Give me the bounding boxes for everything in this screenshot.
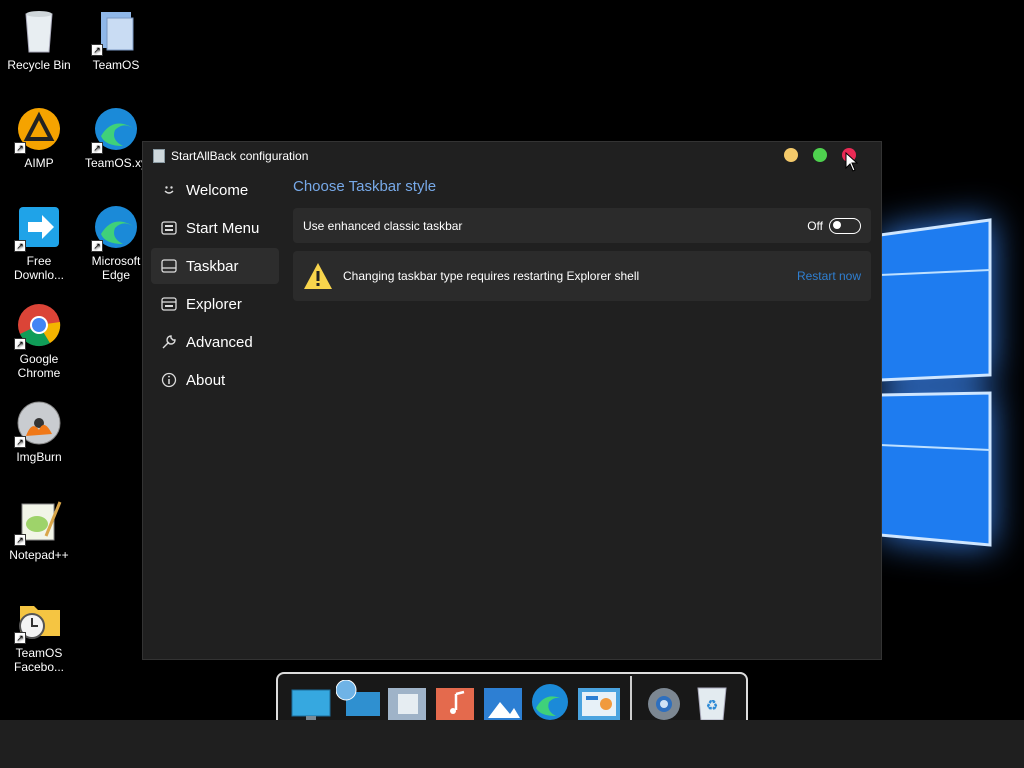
startallback-config-window[interactable]: StartAllBack configuration Welcome Start…: [142, 141, 882, 660]
settings-sidebar: Welcome Start Menu Taskbar Explorer Adva…: [151, 172, 279, 400]
shortcut-arrow-icon: ↗: [14, 338, 26, 350]
start-menu-icon: [161, 220, 177, 236]
shortcut-arrow-icon: ↗: [91, 142, 103, 154]
mouse-cursor-icon: [845, 152, 859, 172]
startallback-app-icon: [153, 149, 165, 163]
restart-now-link[interactable]: Restart now: [797, 269, 861, 283]
desktop-icon-aimp[interactable]: ↗ AIMP: [1, 106, 77, 170]
desktop-icon[interactable]: [288, 680, 332, 720]
shortcut-arrow-icon: ↗: [14, 240, 26, 252]
desktop-icon-recycle-bin[interactable]: Recycle Bin: [1, 8, 77, 72]
smile-icon: [161, 182, 177, 198]
window-titlebar[interactable]: StartAllBack configuration: [143, 142, 881, 170]
minimize-button[interactable]: [784, 148, 798, 162]
warning-text: Changing taskbar type requires restartin…: [343, 269, 640, 283]
shortcut-arrow-icon: ↗: [14, 436, 26, 448]
notepadpp-icon: ↗: [14, 498, 62, 546]
enhanced-taskbar-toggle[interactable]: [829, 217, 861, 234]
imgburn-icon: ↗: [14, 400, 62, 448]
music-icon[interactable]: [432, 680, 476, 720]
desktop-icon-imgburn[interactable]: ↗ ImgBurn: [1, 400, 77, 464]
sidebar-item-advanced[interactable]: Advanced: [151, 324, 279, 360]
shortcut-arrow-icon: ↗: [14, 142, 26, 154]
dock-separator: [630, 676, 632, 720]
explorer-icon: [161, 296, 177, 312]
warning-icon: [304, 263, 332, 289]
photos-icon[interactable]: [480, 680, 524, 720]
windows-logo-wallpaper: [880, 218, 992, 547]
desktop-icon-teamos[interactable]: ↗ TeamOS: [78, 8, 154, 72]
taskbar[interactable]: [0, 720, 1024, 768]
network-icon[interactable]: [335, 679, 380, 720]
recycle-bin-icon: [16, 8, 62, 54]
recycle-bin-icon[interactable]: ♻: [690, 680, 734, 721]
taskbar-settings-content: Choose Taskbar style Use enhanced classi…: [293, 178, 871, 309]
svg-text:♻: ♻: [706, 698, 719, 714]
window-title: StartAllBack configuration: [171, 149, 309, 163]
chrome-icon: ↗: [14, 302, 62, 350]
free-download-manager-icon: ↗: [14, 204, 62, 252]
files-icon[interactable]: [384, 680, 428, 720]
shortcut-arrow-icon: ↗: [14, 534, 26, 546]
teamos-icon: ↗: [91, 8, 139, 56]
sidebar-item-label: About: [186, 371, 226, 389]
desktop-icon-free-download-manager[interactable]: ↗ Free Downlo...: [1, 204, 77, 282]
sidebar-item-about[interactable]: About: [151, 362, 279, 398]
edge-icon: ↗: [91, 204, 139, 252]
sidebar-item-start-menu[interactable]: Start Menu: [151, 210, 279, 246]
desktop-icon-google-chrome[interactable]: ↗ Google Chrome: [1, 302, 77, 380]
dock: ♻: [276, 672, 748, 721]
shortcut-arrow-icon: ↗: [91, 240, 103, 252]
sidebar-item-label: Welcome: [186, 181, 249, 199]
sidebar-item-taskbar[interactable]: Taskbar: [151, 248, 279, 284]
settings-gear-icon[interactable]: [642, 680, 686, 720]
sidebar-item-label: Start Menu: [186, 219, 260, 237]
sidebar-item-label: Taskbar: [186, 257, 239, 275]
sidebar-item-label: Explorer: [186, 295, 242, 313]
maximize-button[interactable]: [813, 148, 827, 162]
taskbar-icon: [161, 258, 177, 274]
desktop-icon-teamos-facebook[interactable]: ↗ TeamOS Facebo...: [1, 596, 77, 674]
wrench-icon: [161, 334, 177, 350]
enhanced-taskbar-label: Use enhanced classic taskbar: [303, 218, 463, 233]
enhanced-taskbar-row: Use enhanced classic taskbar Off: [293, 208, 871, 243]
edge-icon[interactable]: [528, 680, 572, 720]
restart-warning-row: Changing taskbar type requires restartin…: [293, 251, 871, 301]
aimp-icon: ↗: [14, 106, 62, 154]
desktop-icon-notepadpp[interactable]: ↗ Notepad++: [1, 498, 77, 562]
section-title: Choose Taskbar style: [293, 178, 437, 195]
sidebar-item-explorer[interactable]: Explorer: [151, 286, 279, 322]
shortcut-arrow-icon: ↗: [14, 632, 26, 644]
folder-clock-icon: ↗: [14, 596, 62, 644]
shortcut-arrow-icon: ↗: [91, 44, 103, 56]
sidebar-item-welcome[interactable]: Welcome: [151, 172, 279, 208]
edge-icon: ↗: [91, 106, 139, 154]
enhanced-taskbar-toggle-group[interactable]: Off: [807, 217, 861, 234]
info-icon: [161, 372, 177, 388]
toggle-state-label: Off: [807, 218, 823, 233]
control-panel-icon[interactable]: [576, 680, 620, 720]
sidebar-item-label: Advanced: [186, 333, 253, 351]
